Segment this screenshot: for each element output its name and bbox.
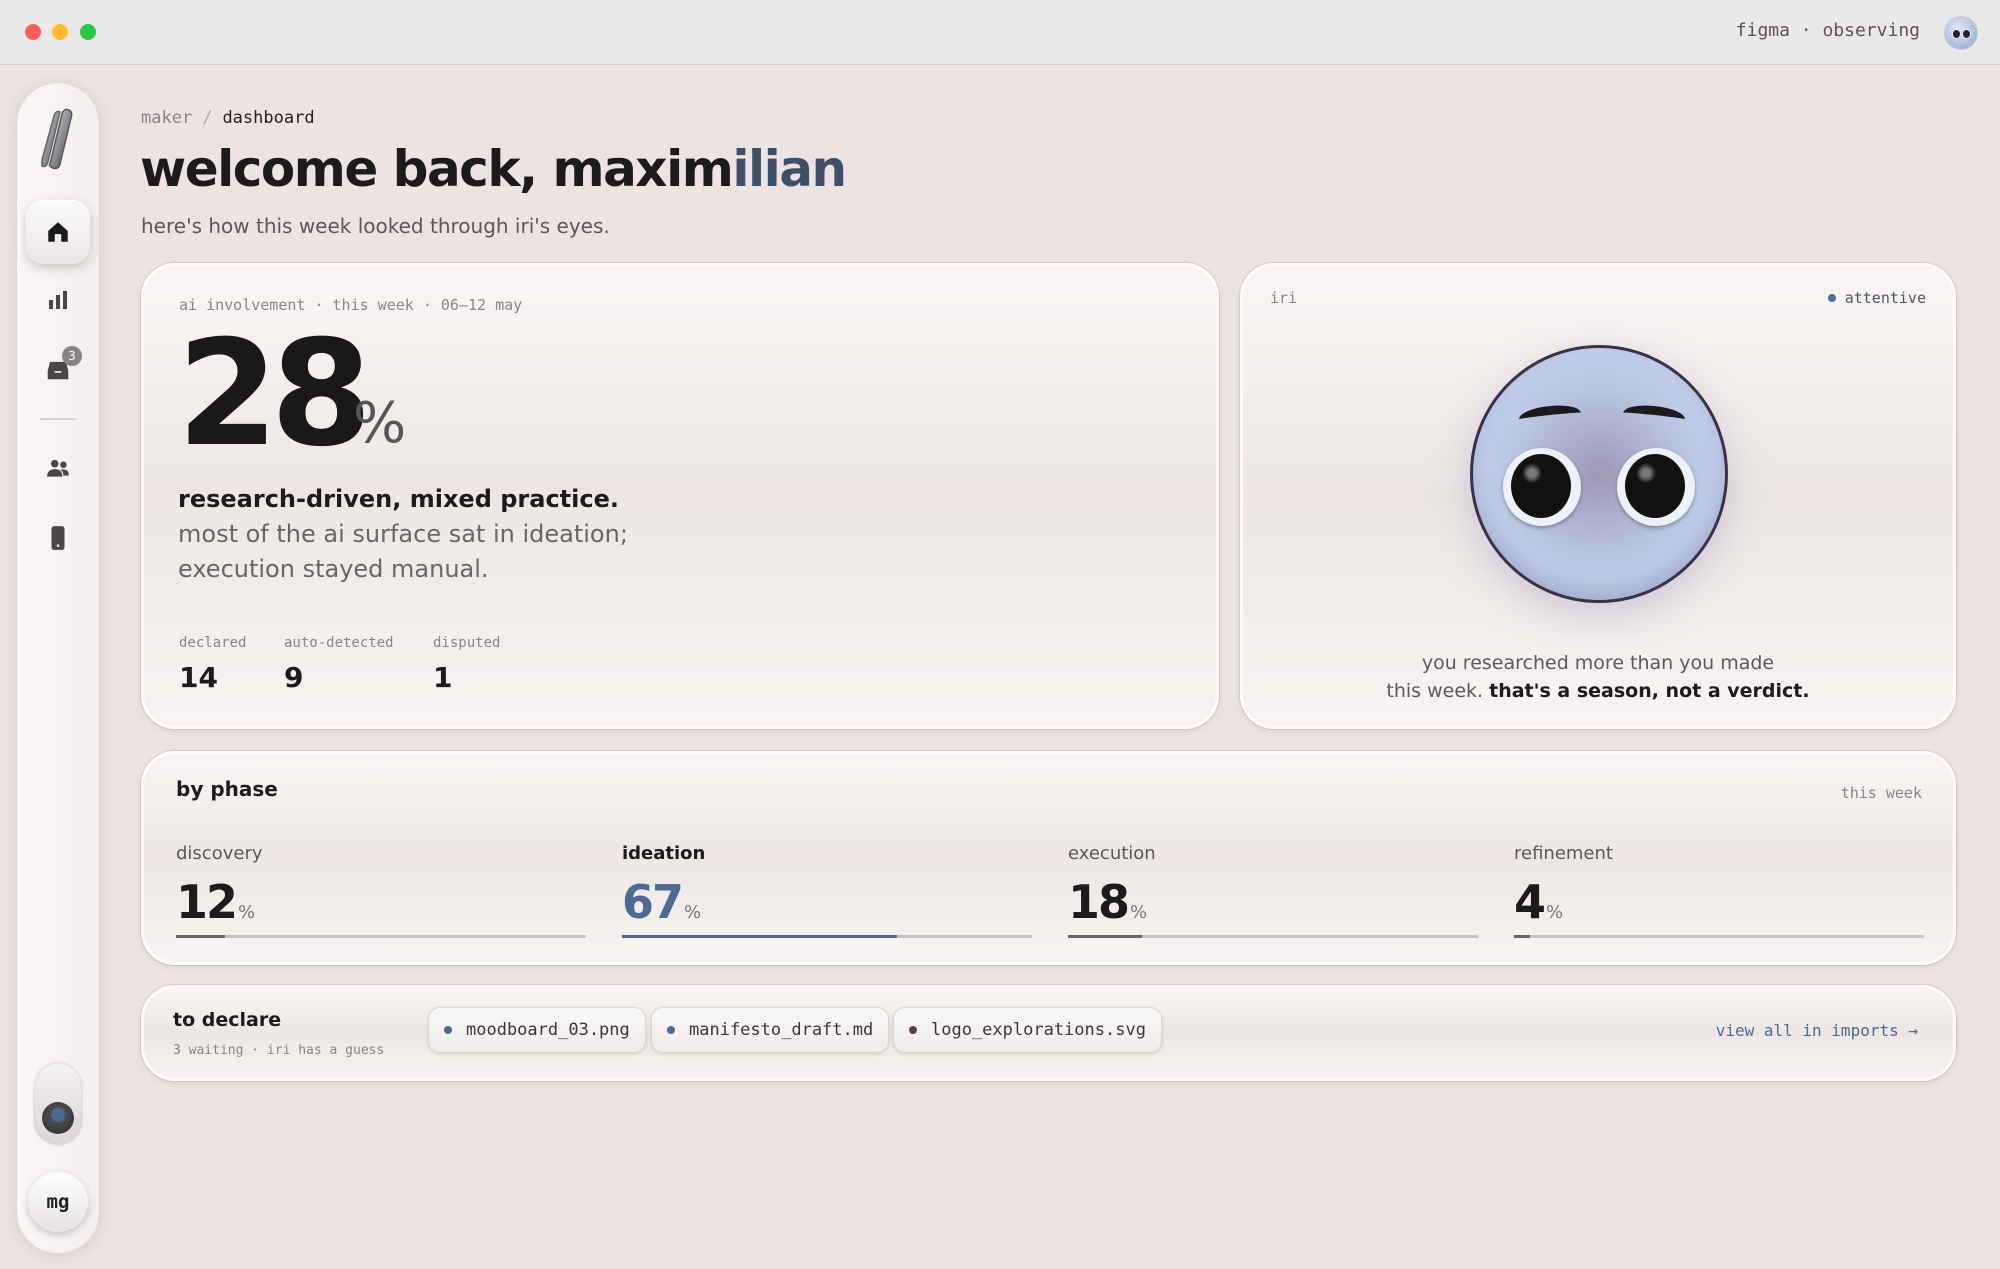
phase-progress-fill <box>622 935 897 938</box>
stat-autodetected-value: 9 <box>284 661 304 694</box>
declare-subtitle: 3 waiting · iri has a guess <box>173 1043 385 1058</box>
ai-involvement-card: ai involvement · this week · 06–12 may 2… <box>141 263 1219 729</box>
left-eye <box>1503 448 1581 526</box>
view-all-imports-link[interactable]: view all in imports → <box>1716 1021 1918 1040</box>
declare-title: to declare <box>173 1009 282 1031</box>
phase-0: discovery 12% <box>176 843 586 938</box>
phase-value-number: 18 <box>1068 875 1130 929</box>
iri-caption: you researched more than you made this w… <box>1240 649 1956 705</box>
page-title: welcome back, maximilian <box>140 140 847 198</box>
phase-progress-bar <box>622 935 1032 938</box>
home-icon <box>48 222 68 242</box>
phase-name: refinement <box>1514 843 1613 864</box>
close-window-button[interactable] <box>25 24 41 40</box>
phase-1: ideation 67% <box>622 843 1032 938</box>
file-chip[interactable]: manifesto_draft.md <box>651 1007 890 1053</box>
phase-value: 12% <box>176 875 255 929</box>
app-status-text: figma · observing <box>1735 20 1920 41</box>
app-logo-icon[interactable] <box>36 104 82 174</box>
bar-chart-icon <box>49 291 67 309</box>
phase-value: 67% <box>622 875 701 929</box>
page-title-accent: ilian <box>732 140 847 198</box>
iri-name: iri <box>1270 289 1298 307</box>
file-chip[interactable]: moodboard_03.png <box>428 1007 646 1053</box>
nav-home-button[interactable] <box>26 200 90 264</box>
involvement-headline: research-driven, mixed practice. <box>178 485 619 513</box>
right-brow <box>1622 402 1686 430</box>
phase-period: this week <box>1840 784 1922 802</box>
iri-caption-line2: this week. <box>1386 680 1490 702</box>
file-chip-name: moodboard_03.png <box>466 1020 630 1040</box>
phase-progress-bar <box>1514 935 1924 938</box>
user-avatar[interactable]: mg <box>28 1172 88 1232</box>
nav-inbox-button[interactable] <box>26 338 90 402</box>
phase-name: ideation <box>622 843 706 864</box>
breadcrumb-current: dashboard <box>222 108 315 128</box>
phase-progress-fill <box>176 935 226 938</box>
phase-title: by phase <box>176 777 278 801</box>
phase-value: 18% <box>1068 875 1147 929</box>
phase-progress-bar <box>176 935 586 938</box>
nav-stats-button[interactable] <box>26 268 90 332</box>
iri-caption-emphasis: that's a season, not a verdict. <box>1489 680 1810 702</box>
phase-value-unit: % <box>684 902 702 923</box>
toggle-knob <box>42 1102 74 1134</box>
phase-2: execution 18% <box>1068 843 1478 938</box>
file-chip-name: manifesto_draft.md <box>689 1020 874 1040</box>
iri-mini-face-icon[interactable] <box>1944 16 1978 50</box>
file-dot-icon <box>909 1026 917 1034</box>
involvement-description: most of the ai surface sat in ideation; … <box>178 520 628 583</box>
phase-progress-fill <box>1068 935 1142 938</box>
nav-device-button[interactable] <box>26 506 90 570</box>
iri-state-indicator: attentive <box>1827 289 1926 307</box>
minimize-window-button[interactable] <box>52 24 68 40</box>
phase-value-number: 12 <box>176 875 238 929</box>
nav-people-button[interactable] <box>26 436 90 500</box>
phase-value: 4% <box>1514 875 1563 929</box>
phase-progress-bar <box>1068 935 1478 938</box>
phase-3: refinement 4% <box>1514 843 1924 938</box>
stat-autodetected-label: auto-detected <box>284 635 394 651</box>
phase-value-unit: % <box>238 902 256 923</box>
iri-card: iri attentive you researched more than y… <box>1240 263 1956 729</box>
file-dot-icon <box>444 1026 452 1034</box>
iri-state-text: attentive <box>1844 289 1926 307</box>
phone-icon <box>51 526 65 550</box>
phase-value-unit: % <box>1546 902 1564 923</box>
page-title-main: welcome back, maxim <box>140 140 734 198</box>
phase-value-number: 4 <box>1514 875 1546 929</box>
to-declare-card: to declare 3 waiting · iri has a guess m… <box>141 985 1956 1081</box>
involvement-unit: % <box>353 391 407 456</box>
phase-value-unit: % <box>1130 902 1148 923</box>
state-dot-icon <box>1827 294 1836 302</box>
iri-face-avatar[interactable] <box>1470 345 1728 603</box>
stat-disputed-label: disputed <box>433 635 501 651</box>
right-eye <box>1617 448 1695 526</box>
page-subtitle: here's how this week looked through iri'… <box>141 214 610 238</box>
people-icon <box>47 459 69 477</box>
phase-name: execution <box>1068 843 1156 864</box>
observe-toggle[interactable] <box>34 1062 82 1144</box>
inbox-count-badge: 3 <box>62 346 82 366</box>
phase-name: discovery <box>176 843 263 864</box>
breadcrumb: maker / dashboard <box>141 108 315 128</box>
iri-caption-line1: you researched more than you made <box>1421 652 1775 674</box>
involvement-value: 28 <box>177 309 372 479</box>
sidebar-divider <box>40 418 76 420</box>
window-titlebar: figma · observing <box>0 0 2000 65</box>
by-phase-card: by phase this week discovery 12% ideation 6… <box>141 751 1956 965</box>
phase-value-number: 67 <box>622 875 684 929</box>
stat-disputed-value: 1 <box>433 661 453 694</box>
file-chip-name: logo_explorations.svg <box>931 1020 1146 1040</box>
stat-declared-value: 14 <box>179 661 218 694</box>
left-brow <box>1518 402 1582 430</box>
phase-progress-fill <box>1514 935 1531 938</box>
sidebar: 3 mg <box>16 82 100 1254</box>
stat-declared-label: declared <box>179 635 247 651</box>
breadcrumb-parent[interactable]: maker <box>141 108 192 128</box>
maximize-window-button[interactable] <box>80 24 96 40</box>
file-chip[interactable]: logo_explorations.svg <box>893 1007 1162 1053</box>
file-dot-icon <box>667 1026 675 1034</box>
